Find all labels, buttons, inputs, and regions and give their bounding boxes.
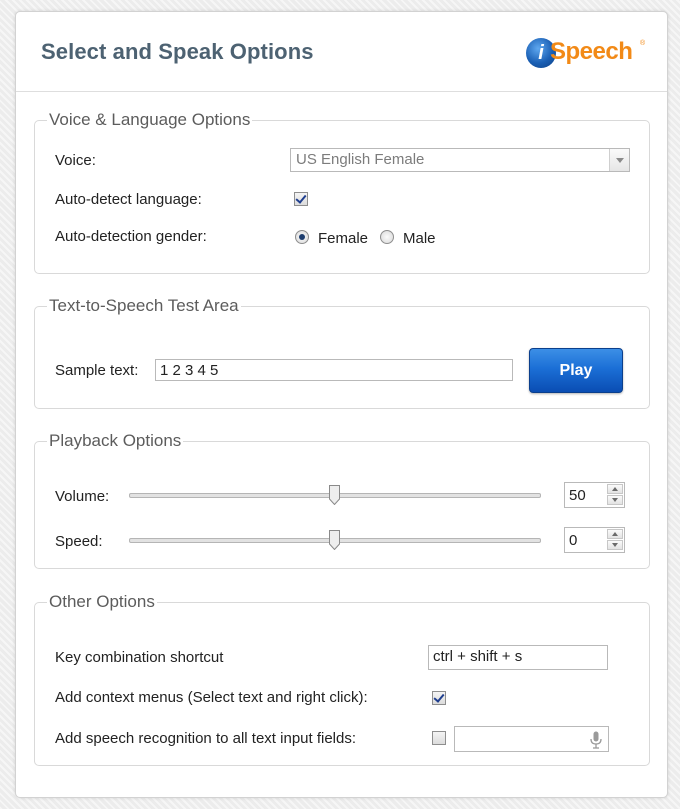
options-panel: Select and Speak Options i Speech ® Voic…	[15, 11, 668, 798]
tts-test-legend: Text-to-Speech Test Area	[49, 296, 239, 315]
speed-spinner[interactable]: 0	[564, 527, 625, 553]
speech-recog-label: Add speech recognition to all text input…	[55, 730, 357, 747]
autodetect-checkbox[interactable]	[294, 192, 308, 206]
gender-male-label[interactable]: Male	[403, 230, 436, 247]
volume-up-button[interactable]	[607, 484, 623, 494]
logo-text: Speech	[550, 38, 633, 65]
volume-down-button[interactable]	[607, 495, 623, 505]
playback-section: Playback Options Volume: 50 Speed: 0	[34, 431, 650, 569]
playback-legend: Playback Options	[49, 431, 182, 450]
context-menu-checkbox[interactable]	[432, 691, 446, 705]
chevron-down-icon[interactable]	[609, 149, 629, 171]
volume-value[interactable]: 50	[569, 487, 586, 504]
microphone-icon[interactable]	[590, 731, 602, 754]
speech-recog-checkbox[interactable]	[432, 731, 446, 745]
speech-recog-field[interactable]	[454, 726, 609, 752]
autodetect-label: Auto-detect language:	[55, 191, 202, 208]
gender-female-label[interactable]: Female	[318, 230, 368, 247]
speed-down-button[interactable]	[607, 540, 623, 550]
ispeech-logo: i Speech ®	[526, 34, 646, 74]
other-options-section: Other Options Key combination shortcut c…	[34, 592, 650, 766]
gender-label: Auto-detection gender:	[55, 228, 207, 245]
page-title: Select and Speak Options	[41, 39, 314, 64]
volume-label: Volume:	[55, 488, 110, 505]
play-button[interactable]: Play	[529, 348, 623, 393]
logo-trademark: ®	[640, 40, 646, 47]
voice-language-legend: Voice & Language Options	[49, 110, 251, 129]
volume-slider-thumb[interactable]	[328, 485, 340, 505]
speed-label: Speed:	[55, 533, 103, 550]
volume-spinner[interactable]: 50	[564, 482, 625, 508]
context-menu-label: Add context menus (Select text and right…	[55, 689, 368, 706]
voice-select[interactable]: US English Female	[290, 148, 630, 172]
speed-up-button[interactable]	[607, 529, 623, 539]
other-options-legend: Other Options	[49, 592, 155, 611]
shortcut-input[interactable]: ctrl + shift + s	[428, 645, 608, 670]
voice-language-section: Voice & Language Options Voice: US Engli…	[34, 110, 650, 274]
gender-female-radio[interactable]	[295, 230, 309, 244]
shortcut-label: Key combination shortcut	[55, 649, 224, 666]
voice-select-value: US English Female	[296, 151, 425, 168]
tts-test-section: Text-to-Speech Test Area Sample text: 1 …	[34, 296, 650, 409]
sample-text-input[interactable]: 1 2 3 4 5	[155, 359, 513, 381]
gender-male-radio[interactable]	[380, 230, 394, 244]
header: Select and Speak Options i Speech ®	[16, 12, 667, 92]
speed-slider-thumb[interactable]	[328, 530, 340, 550]
speed-value[interactable]: 0	[569, 532, 577, 549]
voice-label: Voice:	[55, 152, 96, 169]
sample-text-label: Sample text:	[55, 362, 139, 379]
